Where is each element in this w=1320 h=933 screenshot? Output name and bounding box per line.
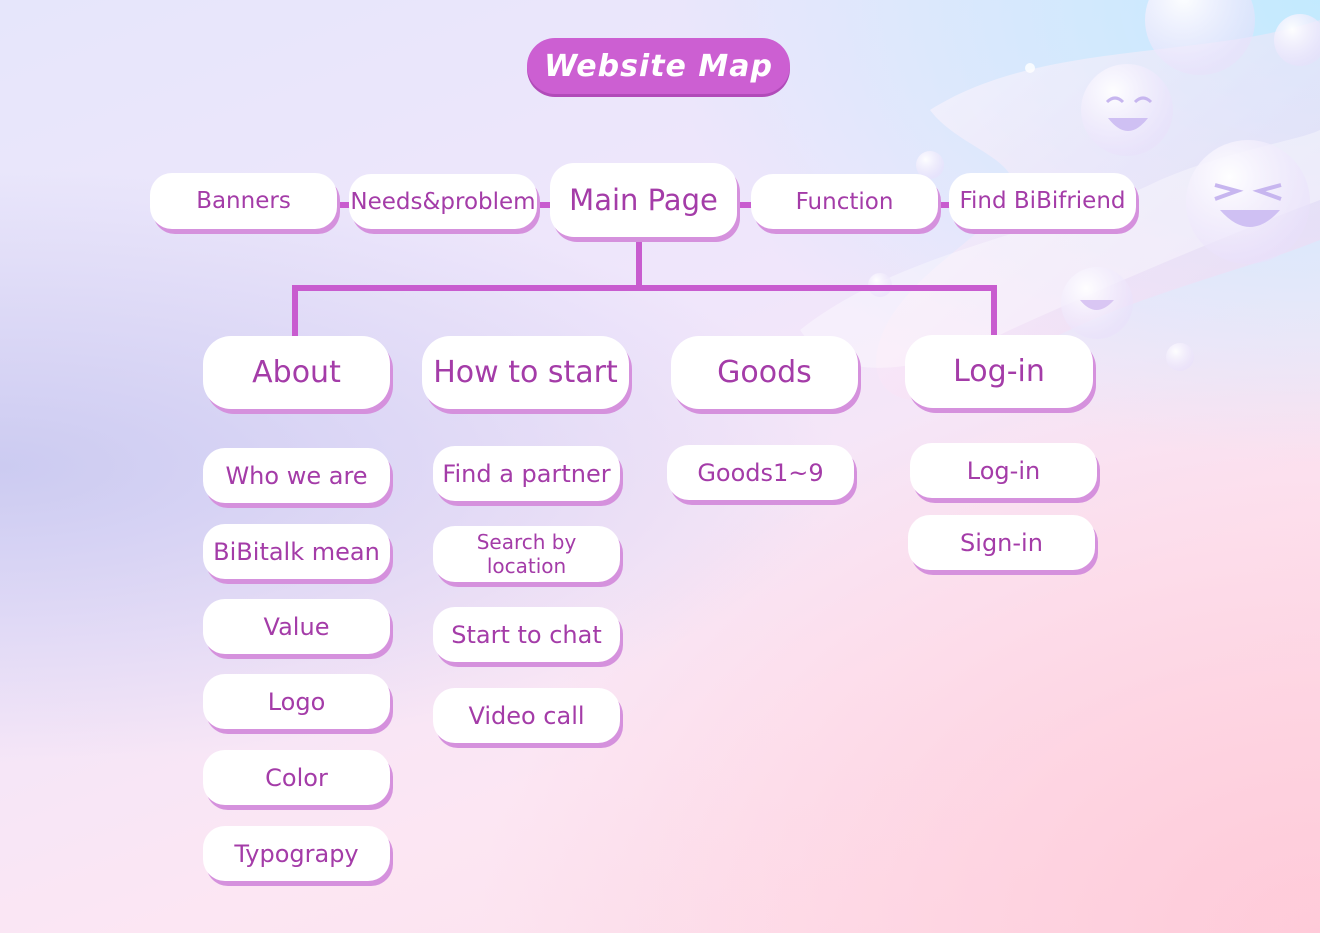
node-main-page[interactable]: Main Page [550, 163, 737, 237]
node-logo[interactable]: Logo [203, 674, 390, 729]
connector-lines [292, 202, 997, 341]
node-color[interactable]: Color [203, 750, 390, 805]
node-function[interactable]: Function [751, 174, 938, 229]
node-banners[interactable]: Banners [150, 173, 337, 229]
node-value[interactable]: Value [203, 599, 390, 654]
page-title: Website Map [527, 38, 790, 94]
node-video-call[interactable]: Video call [433, 688, 620, 743]
node-find-a-partner[interactable]: Find a partner [433, 446, 620, 501]
node-sign-in[interactable]: Sign-in [908, 515, 1095, 570]
node-who-we-are[interactable]: Who we are [203, 448, 390, 503]
node-bibitalk-mean[interactable]: BiBitalk mean [203, 524, 390, 579]
node-log-in-sub[interactable]: Log-in [910, 443, 1097, 498]
node-search-by-location[interactable]: Search by location [433, 526, 620, 582]
node-find-bibifriend[interactable]: Find BiBifriend [949, 173, 1136, 229]
node-goods[interactable]: Goods [671, 336, 858, 409]
node-goods-1-9[interactable]: Goods1~9 [667, 445, 854, 500]
node-about[interactable]: About [203, 336, 390, 409]
node-how-to-start[interactable]: How to start [422, 336, 629, 409]
node-typograpy[interactable]: Typograpy [203, 826, 390, 881]
node-needs-problem[interactable]: Needs&problem [349, 174, 537, 229]
node-start-to-chat[interactable]: Start to chat [433, 607, 620, 662]
node-log-in[interactable]: Log-in [905, 335, 1093, 408]
